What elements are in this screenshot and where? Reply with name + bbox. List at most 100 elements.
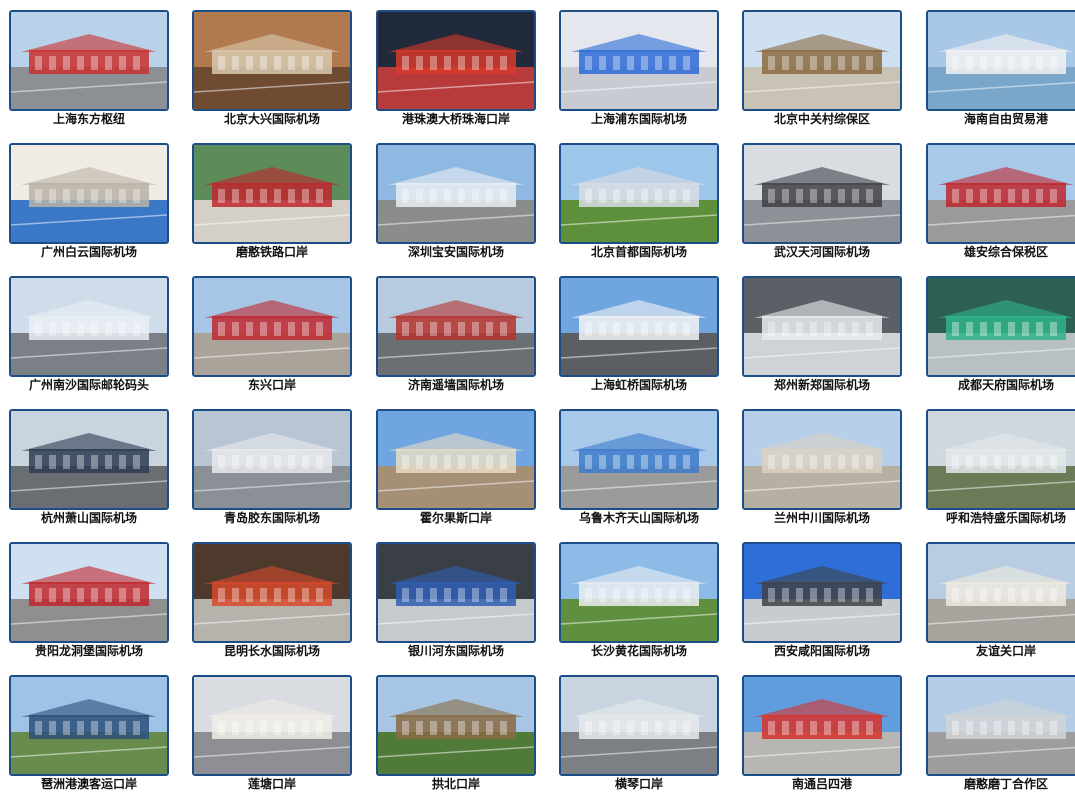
port-photo[interactable] — [926, 276, 1075, 377]
port-photo[interactable] — [742, 276, 902, 377]
port-photo[interactable] — [559, 10, 719, 111]
port-photo[interactable] — [926, 10, 1075, 111]
photo-illustration — [378, 145, 534, 242]
photo-illustration — [928, 544, 1075, 641]
gallery-card[interactable]: 东兴口岸 — [192, 276, 352, 409]
gallery-card[interactable]: 兰州中川国际机场 — [742, 409, 902, 542]
port-photo[interactable] — [742, 675, 902, 776]
port-photo[interactable] — [559, 276, 719, 377]
port-photo[interactable] — [376, 409, 536, 510]
port-photo[interactable] — [192, 409, 352, 510]
port-name-label: 广州南沙国际邮轮码头 — [28, 378, 149, 392]
port-photo[interactable] — [9, 276, 169, 377]
port-photo[interactable] — [926, 143, 1075, 244]
port-photo[interactable] — [376, 542, 536, 643]
port-photo[interactable] — [376, 10, 536, 111]
port-photo[interactable] — [9, 675, 169, 776]
photo-illustration — [378, 677, 534, 774]
gallery-card[interactable]: 长沙黄花国际机场 — [559, 542, 719, 675]
gallery-card[interactable]: 青岛胶东国际机场 — [192, 409, 352, 542]
gallery-card[interactable]: 南通吕四港 — [742, 675, 902, 808]
gallery-card[interactable]: 贵阳龙洞堡国际机场 — [9, 542, 169, 675]
photo-illustration — [11, 677, 167, 774]
port-photo[interactable] — [926, 675, 1075, 776]
port-photo[interactable] — [559, 675, 719, 776]
port-photo[interactable] — [9, 409, 169, 510]
port-photo[interactable] — [926, 542, 1075, 643]
gallery-card[interactable]: 北京中关村综保区 — [742, 10, 902, 143]
port-photo[interactable] — [742, 409, 902, 510]
gallery-card[interactable]: 济南遥墙国际机场 — [376, 276, 536, 409]
port-photo[interactable] — [742, 542, 902, 643]
port-name-label: 南通吕四港 — [791, 777, 852, 791]
photo-illustration — [561, 145, 717, 242]
gallery-card[interactable]: 港珠澳大桥珠海口岸 — [376, 10, 536, 143]
gallery-card[interactable]: 杭州萧山国际机场 — [9, 409, 169, 542]
port-name-label: 上海浦东国际机场 — [590, 112, 687, 126]
gallery-card[interactable]: 海南自由贸易港 — [926, 10, 1075, 143]
port-photo[interactable] — [376, 276, 536, 377]
port-photo[interactable] — [376, 675, 536, 776]
gallery-card[interactable]: 上海虹桥国际机场 — [559, 276, 719, 409]
gallery-card[interactable]: 武汉天河国际机场 — [742, 143, 902, 276]
port-name-label: 莲塘口岸 — [247, 777, 296, 791]
gallery-card[interactable]: 乌鲁木齐天山国际机场 — [559, 409, 719, 542]
gallery-card[interactable]: 磨憨铁路口岸 — [192, 143, 352, 276]
gallery-card[interactable]: 西安咸阳国际机场 — [742, 542, 902, 675]
gallery-card[interactable]: 北京大兴国际机场 — [192, 10, 352, 143]
photo-illustration — [928, 12, 1075, 109]
photo-illustration — [744, 278, 900, 375]
port-photo[interactable] — [192, 143, 352, 244]
photo-illustration — [11, 411, 167, 508]
port-photo[interactable] — [559, 143, 719, 244]
port-photo[interactable] — [559, 542, 719, 643]
port-photo[interactable] — [192, 675, 352, 776]
port-photo[interactable] — [9, 143, 169, 244]
port-name-label: 北京中关村综保区 — [773, 112, 870, 126]
photo-illustration — [928, 411, 1075, 508]
gallery-card[interactable]: 横琴口岸 — [559, 675, 719, 808]
port-photo[interactable] — [192, 276, 352, 377]
gallery-card[interactable]: 广州白云国际机场 — [9, 143, 169, 276]
gallery-card[interactable]: 莲塘口岸 — [192, 675, 352, 808]
gallery-card[interactable]: 雄安综合保税区 — [926, 143, 1075, 276]
port-name-label: 杭州萧山国际机场 — [40, 511, 137, 525]
port-name-label: 长沙黄花国际机场 — [590, 644, 687, 658]
gallery-card[interactable]: 郑州新郑国际机场 — [742, 276, 902, 409]
gallery-card[interactable]: 昆明长水国际机场 — [192, 542, 352, 675]
photo-illustration — [744, 677, 900, 774]
gallery-card[interactable]: 深圳宝安国际机场 — [376, 143, 536, 276]
port-name-label: 青岛胶东国际机场 — [223, 511, 320, 525]
port-photo[interactable] — [376, 143, 536, 244]
port-photo[interactable] — [9, 10, 169, 111]
photo-illustration — [561, 544, 717, 641]
gallery-card[interactable]: 霍尔果斯口岸 — [376, 409, 536, 542]
photo-illustration — [11, 12, 167, 109]
port-name-label: 银川河东国际机场 — [407, 644, 504, 658]
port-name-label: 广州白云国际机场 — [40, 245, 137, 259]
port-photo[interactable] — [742, 143, 902, 244]
port-name-label: 郑州新郑国际机场 — [773, 378, 870, 392]
port-photo[interactable] — [559, 409, 719, 510]
gallery-card[interactable]: 银川河东国际机场 — [376, 542, 536, 675]
port-photo[interactable] — [192, 542, 352, 643]
port-photo[interactable] — [742, 10, 902, 111]
port-photo[interactable] — [192, 10, 352, 111]
gallery-card[interactable]: 广州南沙国际邮轮码头 — [9, 276, 169, 409]
port-photo[interactable] — [926, 409, 1075, 510]
photo-illustration — [928, 145, 1075, 242]
gallery-card[interactable]: 上海浦东国际机场 — [559, 10, 719, 143]
port-photo[interactable] — [9, 542, 169, 643]
port-name-label: 兰州中川国际机场 — [773, 511, 870, 525]
gallery-card[interactable]: 拱北口岸 — [376, 675, 536, 808]
gallery-card[interactable]: 呼和浩特盛乐国际机场 — [926, 409, 1075, 542]
gallery-card[interactable]: 成都天府国际机场 — [926, 276, 1075, 409]
port-name-label: 霍尔果斯口岸 — [419, 511, 492, 525]
gallery-card[interactable]: 友谊关口岸 — [926, 542, 1075, 675]
gallery-card[interactable]: 上海东方枢纽 — [9, 10, 169, 143]
gallery-card[interactable]: 琶洲港澳客运口岸 — [9, 675, 169, 808]
photo-illustration — [194, 544, 350, 641]
port-name-label: 海南自由贸易港 — [963, 112, 1048, 126]
gallery-card[interactable]: 北京首都国际机场 — [559, 143, 719, 276]
gallery-card[interactable]: 磨憨磨丁合作区 — [926, 675, 1075, 808]
